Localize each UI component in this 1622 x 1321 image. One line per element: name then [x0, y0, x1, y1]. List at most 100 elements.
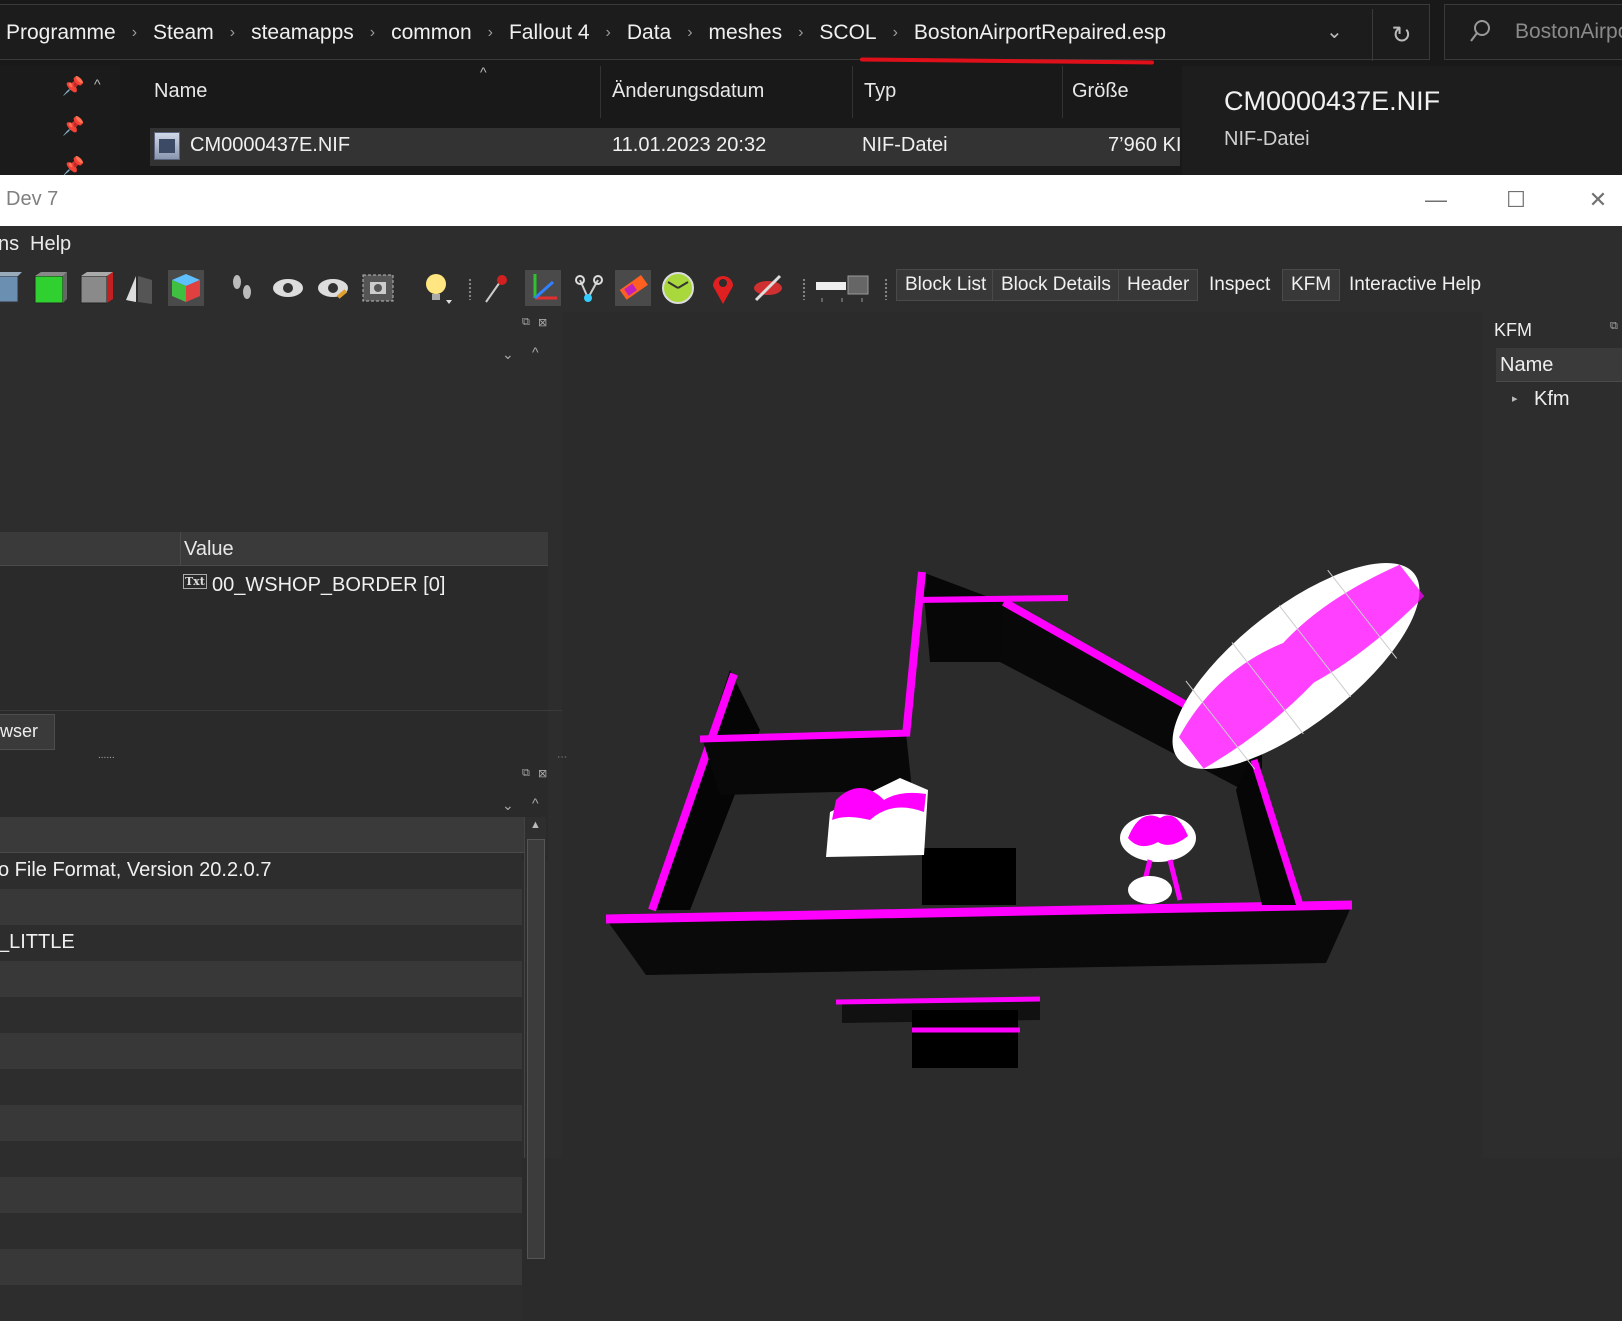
file-row[interactable]: CM0000437E.NIF 11.01.2023 20:32 NIF-Date… [150, 128, 1181, 166]
menu-options[interactable]: ns [0, 233, 19, 256]
breadcrumb-item[interactable]: Steam [143, 21, 224, 45]
toolbar-grip[interactable] [884, 278, 888, 300]
chevron-right-icon[interactable]: › [887, 24, 904, 42]
eye-edit-icon[interactable] [315, 270, 351, 306]
cube-blue-icon[interactable] [0, 270, 26, 306]
screenshot-icon[interactable] [360, 270, 396, 306]
clock-gauge-icon[interactable] [660, 270, 696, 306]
chevron-right-icon[interactable]: › [681, 24, 698, 42]
eye-icon[interactable] [270, 270, 306, 306]
axes-icon[interactable] [525, 270, 561, 306]
block-value[interactable]: 00_WSHOP_BORDER [0] [212, 574, 445, 597]
column-header-name[interactable]: Name [154, 80, 207, 103]
chevron-right-icon[interactable]: › [482, 24, 499, 42]
breadcrumb-item[interactable]: Data [617, 21, 681, 45]
chevron-right-icon[interactable]: › [224, 24, 241, 42]
table-row[interactable]: o File Format, Version 20.2.0.7 [0, 853, 522, 889]
chevron-down-icon[interactable]: ⌄ [1326, 19, 1343, 44]
toolbar-grip[interactable] [468, 278, 472, 300]
dock-float-icon[interactable]: ⧉ [522, 767, 530, 780]
pin-icon[interactable]: 📌 [62, 76, 84, 97]
pin-icon[interactable]: 📌 [62, 116, 84, 137]
block-list-button[interactable]: Block List [896, 269, 996, 301]
pin-tool-icon[interactable] [480, 270, 516, 306]
header-button[interactable]: Header [1118, 269, 1199, 301]
column-header-date[interactable]: Änderungsdatum [612, 80, 764, 103]
search-input[interactable]: BostonAirpo [1444, 4, 1622, 60]
refresh-icon[interactable]: ↻ [1372, 9, 1430, 61]
scrollbar-thumb[interactable] [527, 839, 545, 1259]
slider-icon[interactable] [814, 270, 870, 306]
chevron-up-icon[interactable]: ^ [532, 795, 539, 811]
footprints-icon[interactable] [225, 270, 261, 306]
cube-color-icon[interactable] [168, 270, 204, 306]
table-row[interactable] [0, 1285, 522, 1321]
table-row[interactable] [0, 961, 522, 997]
table-row[interactable] [0, 889, 522, 925]
expand-arrow-icon[interactable]: ▸ [1512, 392, 1518, 405]
tab-file-browser[interactable]: wser [0, 714, 55, 750]
vertex-color-icon[interactable] [615, 270, 651, 306]
column-header-size[interactable]: Größe [1072, 80, 1129, 103]
hide-marker-icon[interactable] [750, 270, 786, 306]
dock-float-icon[interactable]: ⧉ [522, 316, 530, 329]
table-row[interactable] [0, 1105, 522, 1141]
chevron-up-icon[interactable]: ^ [94, 76, 101, 92]
chevron-up-icon[interactable]: ^ [532, 344, 539, 360]
table-row[interactable] [0, 1177, 522, 1213]
name-column-header[interactable]: Name [1500, 354, 1553, 377]
cube-green-icon[interactable] [32, 270, 68, 306]
column-divider[interactable] [1062, 66, 1063, 118]
column-divider[interactable] [600, 66, 601, 118]
nodes-icon[interactable] [570, 270, 606, 306]
table-row[interactable] [0, 1213, 522, 1249]
toolbar-grip[interactable] [802, 278, 806, 300]
minimize-button[interactable]: — [1412, 177, 1460, 223]
table-row[interactable]: _LITTLE [0, 925, 522, 961]
scroll-up-icon[interactable]: ▲ [530, 819, 541, 831]
wireframe-icon[interactable] [122, 270, 158, 306]
table-row[interactable] [0, 1141, 522, 1177]
kfm-button[interactable]: KFM [1282, 269, 1341, 301]
title-bar[interactable]: Dev 7 — ☐ ✕ [0, 175, 1622, 226]
breadcrumb-item[interactable]: Fallout 4 [499, 21, 600, 45]
table-row[interactable] [0, 1033, 522, 1069]
breadcrumb-current[interactable]: BostonAirportRepaired.esp [904, 21, 1176, 45]
chevron-right-icon[interactable]: › [600, 24, 617, 42]
close-button[interactable]: ✕ [1574, 177, 1622, 223]
dock-close-icon[interactable]: ⊠ [538, 316, 547, 329]
chevron-right-icon[interactable]: › [126, 24, 143, 42]
column-divider[interactable] [852, 66, 853, 118]
dock-close-icon[interactable]: ⊠ [538, 767, 547, 780]
maximize-button[interactable]: ☐ [1492, 177, 1540, 223]
pin-icon[interactable]: 📌 [62, 156, 84, 177]
breadcrumb-item[interactable]: Programme [0, 21, 126, 45]
table-row[interactable] [0, 1249, 522, 1285]
chevron-right-icon[interactable]: › [364, 24, 381, 42]
breadcrumb-item[interactable]: SCOL [809, 21, 886, 45]
value-column-header[interactable]: Value [184, 538, 234, 561]
cube-red-icon[interactable] [78, 270, 114, 306]
interactive-help-button[interactable]: Interactive Help [1340, 269, 1490, 301]
dock-float-icon[interactable]: ⧉ [1610, 320, 1618, 333]
menu-help[interactable]: Help [30, 233, 71, 256]
kfm-tree-item[interactable]: Kfm [1534, 388, 1570, 411]
column-header-type[interactable]: Typ [864, 80, 896, 103]
breadcrumb-item[interactable]: steamapps [241, 21, 364, 45]
address-bar[interactable]: Programme › Steam › steamapps › common ›… [0, 4, 1430, 65]
3d-viewport[interactable]: ⋮ ⋮ [556, 312, 1490, 1158]
inspect-button[interactable]: Inspect [1200, 269, 1279, 301]
scrollbar[interactable]: ▲ [524, 817, 546, 1259]
resize-handle[interactable]: ...... [98, 750, 115, 761]
table-row[interactable] [0, 1069, 522, 1105]
location-marker-icon[interactable] [705, 270, 741, 306]
chevron-down-icon[interactable]: ⌄ [502, 346, 514, 363]
chevron-down-icon[interactable]: ⌄ [502, 797, 514, 814]
table-row[interactable] [0, 997, 522, 1033]
breadcrumb-item[interactable]: common [381, 21, 482, 45]
column-divider[interactable] [180, 532, 181, 566]
splitter-handle[interactable]: ⋮ [556, 752, 567, 762]
block-details-button[interactable]: Block Details [992, 269, 1120, 301]
breadcrumb-item[interactable]: meshes [699, 21, 793, 45]
chevron-right-icon[interactable]: › [792, 24, 809, 42]
